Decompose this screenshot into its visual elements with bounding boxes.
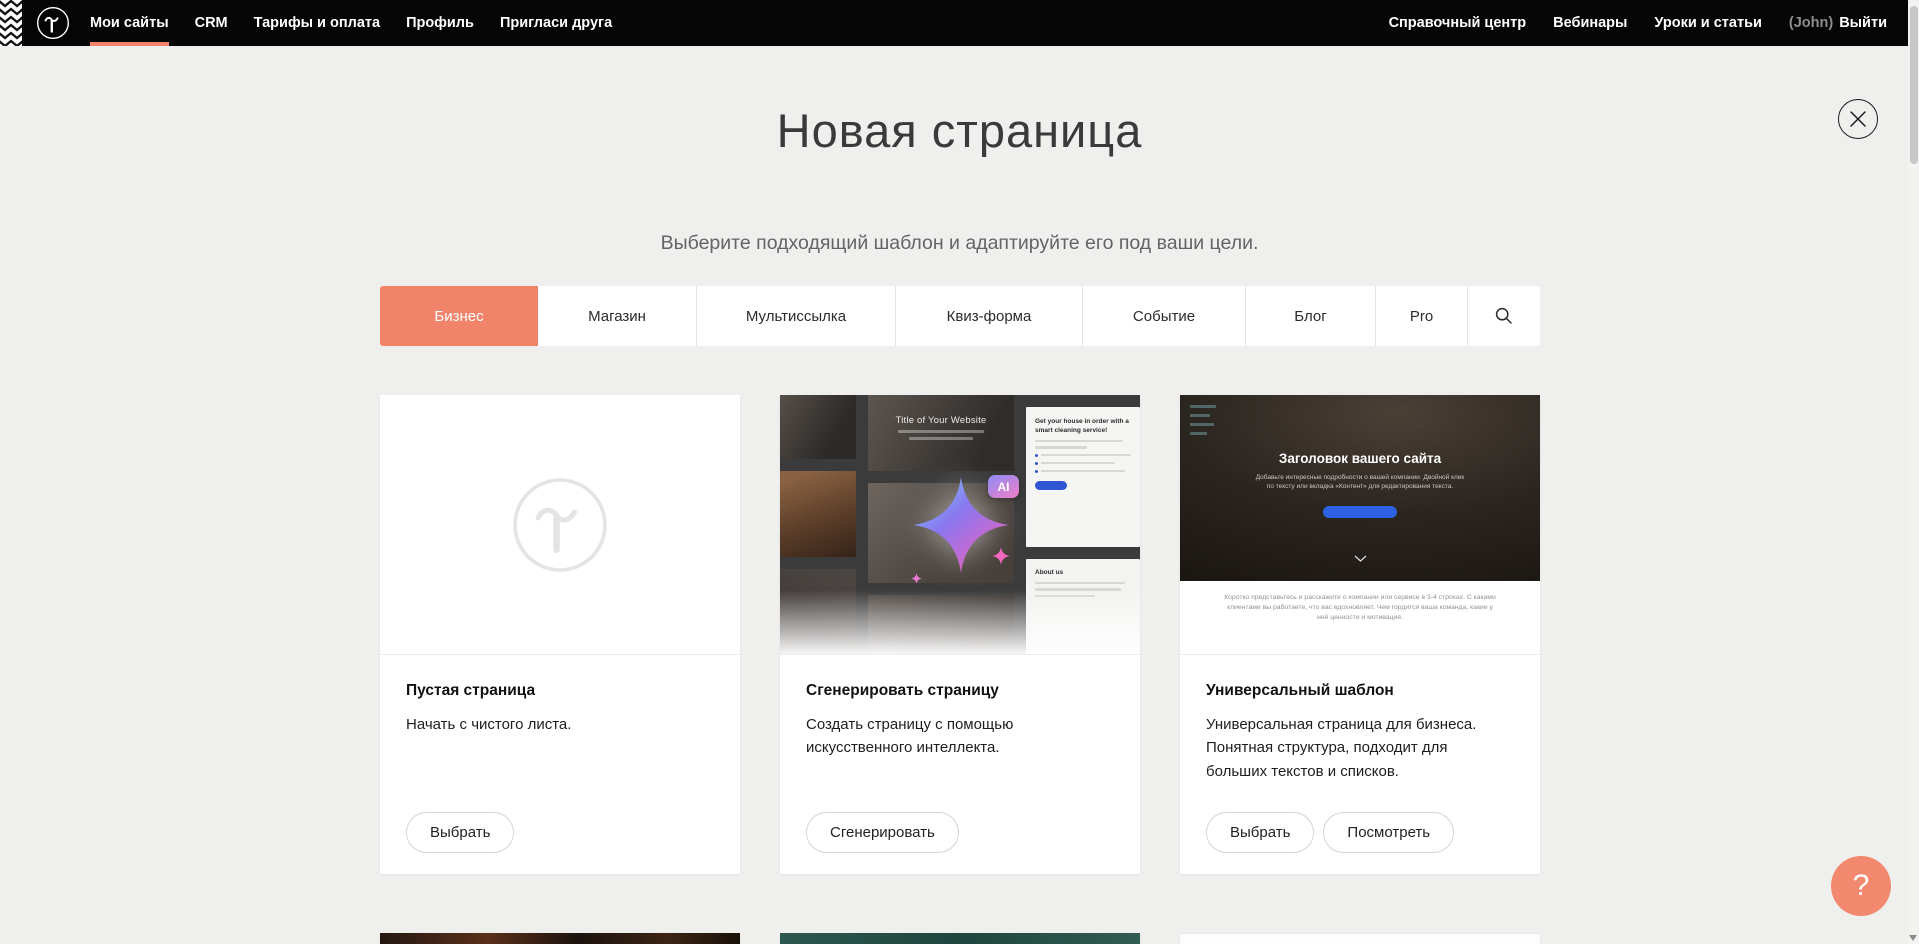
nav-crm[interactable]: CRM (195, 0, 228, 46)
collage-tile-button (1035, 481, 1067, 490)
card-info: Универсальный шаблон Универсальная стран… (1180, 655, 1540, 874)
help-question-icon: ? (1853, 869, 1870, 903)
tab-quiz-form[interactable]: Квиз-форма (896, 286, 1083, 346)
card-title: Сгенерировать страницу (806, 682, 1114, 700)
top-navbar: Мои сайты CRM Тарифы и оплата Профиль Пр… (0, 0, 1919, 46)
template-hero: Заголовок вашего сайта Добавьте интересн… (1180, 395, 1540, 581)
next-row-templates (380, 933, 1540, 944)
select-template-button[interactable]: Выбрать (1206, 812, 1314, 853)
tab-blog[interactable]: Блог (1246, 286, 1376, 346)
help-button[interactable]: ? (1831, 856, 1891, 916)
nav-lessons[interactable]: Уроки и статьи (1654, 0, 1761, 46)
collage-tile-heading: About us (1035, 569, 1131, 578)
user-name: (John) (1789, 15, 1833, 31)
collage-photo-tile (780, 395, 856, 459)
main-menu: Мои сайты CRM Тарифы и оплата Профиль Пр… (90, 0, 612, 46)
collage-site-title: Title of Your Website (868, 415, 1014, 426)
tab-event[interactable]: Событие (1083, 286, 1246, 346)
page-subtitle: Выберите подходящий шаблон и адаптируйте… (0, 232, 1919, 255)
card-info: Пустая страница Начать с чистого листа. … (380, 655, 740, 874)
template-body: Коротко представьтесь и расскажите о ком… (1180, 581, 1540, 655)
tilda-watermark-icon (510, 475, 610, 575)
collage-tile-heading: Get your house in order with a smart cle… (1035, 418, 1131, 436)
page-title: Новая страница (0, 103, 1919, 158)
template-card-partial[interactable] (380, 933, 740, 944)
template-body-text: Коротко представьтесь и расскажите о ком… (1224, 593, 1496, 623)
card-title: Универсальный шаблон (1206, 682, 1514, 700)
card-info: Сгенерировать страницу Создать страницу … (780, 655, 1140, 874)
nav-help-center[interactable]: Справочный центр (1389, 0, 1527, 46)
tilda-logo-icon[interactable] (36, 6, 70, 40)
tab-business[interactable]: Бизнес (380, 286, 538, 346)
nav-profile[interactable]: Профиль (406, 0, 474, 46)
new-page-dialog: Мои сайты CRM Тарифы и оплата Профиль Пр… (0, 0, 1919, 944)
ai-small-sparkle-icon (911, 571, 922, 582)
ai-generate-preview[interactable]: Title of Your Website Get your house in … (780, 395, 1140, 655)
card-universal-template: Заголовок вашего сайта Добавьте интересн… (1180, 395, 1540, 874)
search-icon (1495, 307, 1513, 325)
collage-text-tile: Get your house in order with a smart cle… (1026, 407, 1140, 547)
chevron-down-icon (1354, 549, 1367, 567)
tab-search[interactable] (1468, 286, 1540, 346)
card-title: Пустая страница (406, 682, 714, 700)
tilda-edge-pattern-icon (0, 0, 22, 46)
universal-template-preview[interactable]: Заголовок вашего сайта Добавьте интересн… (1180, 395, 1540, 655)
preview-template-button[interactable]: Посмотреть (1323, 812, 1454, 853)
card-description: Универсальная страница для бизнеса. Поня… (1206, 713, 1512, 783)
website-collage: Title of Your Website Get your house in … (780, 395, 1140, 654)
blank-page-preview[interactable] (380, 395, 740, 655)
logout-link[interactable]: Выйти (1839, 15, 1887, 31)
template-hero-title: Заголовок вашего сайта (1180, 395, 1540, 466)
generate-button[interactable]: Сгенерировать (806, 812, 959, 853)
card-blank-page: Пустая страница Начать с чистого листа. … (380, 395, 740, 874)
template-hero-subtitle: Добавьте интересные подробности о вашей … (1255, 473, 1465, 492)
template-hero-button (1323, 506, 1397, 518)
ai-small-sparkle-icon (992, 547, 1010, 565)
select-blank-button[interactable]: Выбрать (406, 812, 514, 853)
collage-photo-tile (780, 471, 856, 557)
scrollbar-thumb[interactable] (1910, 6, 1918, 164)
secondary-menu: Справочный центр Вебинары Уроки и статьи… (1389, 0, 1887, 46)
template-cards-grid: Пустая страница Начать с чистого листа. … (380, 395, 1540, 874)
template-card-partial[interactable] (1180, 933, 1540, 944)
tab-store[interactable]: Магазин (538, 286, 697, 346)
card-description: Начать с чистого листа. (406, 713, 712, 736)
page-scrollbar[interactable] (1908, 0, 1919, 944)
nav-webinars[interactable]: Вебинары (1553, 0, 1627, 46)
nav-my-sites[interactable]: Мои сайты (90, 0, 169, 46)
ai-badge: AI (988, 475, 1019, 498)
template-category-tabs: Бизнес Магазин Мультиссылка Квиз-форма С… (380, 286, 1540, 346)
tab-multilink[interactable]: Мультиссылка (697, 286, 896, 346)
card-description: Создать страницу с помощью искусственног… (806, 713, 1046, 760)
user-menu: (John) Выйти (1789, 0, 1887, 46)
collage-hero-tile: Title of Your Website (868, 395, 1014, 471)
template-menu-lines (1190, 405, 1216, 441)
template-card-partial[interactable] (780, 933, 1140, 944)
scroll-down-arrow-icon[interactable] (1909, 935, 1917, 941)
nav-invite-friend[interactable]: Пригласи друга (500, 0, 612, 46)
nav-pricing[interactable]: Тарифы и оплата (254, 0, 380, 46)
card-ai-generate: Title of Your Website Get your house in … (780, 395, 1140, 874)
tab-pro[interactable]: Pro (1376, 286, 1468, 346)
